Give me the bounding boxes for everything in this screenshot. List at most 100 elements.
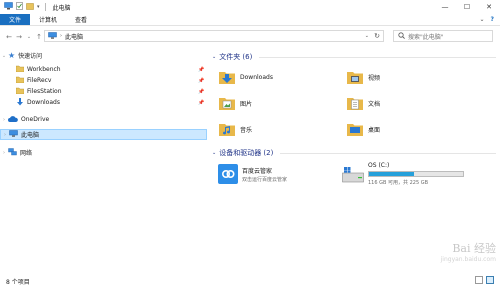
group-header-folders[interactable]: ⌄ 文件夹 (6) xyxy=(212,52,496,62)
refresh-icon[interactable]: ↻ xyxy=(374,32,380,40)
nav-item-workbench[interactable]: Workbench 📌 xyxy=(15,64,204,75)
pictures-folder-icon xyxy=(218,94,236,112)
folder-tile-music[interactable]: 音乐 xyxy=(218,120,252,138)
up-button[interactable]: ↑ xyxy=(34,33,44,41)
nav-label: FileRecv xyxy=(27,77,52,84)
folder-label: Downloads xyxy=(240,73,273,81)
maximize-button[interactable]: ☐ xyxy=(456,0,478,14)
network-icon xyxy=(8,147,17,158)
nav-label-onedrive: OneDrive xyxy=(21,116,50,123)
ribbon-tabs: 文件 计算机 查看 ⌄ ? xyxy=(0,14,500,26)
group-title: 文件夹 (6) xyxy=(219,53,253,61)
nav-label: FilesStation xyxy=(27,88,62,95)
folder-tile-documents[interactable]: 文档 xyxy=(346,94,380,112)
drive-tile-c[interactable]: OS (C:) 116 GB 可用，共 225 GB xyxy=(342,162,464,186)
windows-drive-icon xyxy=(342,165,364,185)
help-icon[interactable]: ? xyxy=(491,16,494,23)
window-title: 此电脑 xyxy=(52,4,71,12)
device-tile-baidu[interactable]: 百度云管家 双击运行百度云管家 xyxy=(218,164,287,184)
pc-icon xyxy=(9,130,18,139)
download-arrow-icon xyxy=(16,97,24,108)
expand-chevron-icon[interactable]: › xyxy=(1,132,9,138)
group-header-devices[interactable]: ⌄ 设备和驱动器 (2) xyxy=(212,148,496,158)
forward-button[interactable]: → xyxy=(14,33,24,41)
properties-icon[interactable] xyxy=(16,2,23,12)
drive-name: OS (C:) xyxy=(368,162,390,169)
pin-icon[interactable]: 📌 xyxy=(198,78,204,84)
drive-usage-fill xyxy=(369,172,415,176)
minimize-button[interactable]: — xyxy=(434,0,456,14)
collapse-chevron-icon[interactable]: ⌄ xyxy=(0,53,8,59)
nav-label-this-pc: 此电脑 xyxy=(21,132,40,139)
folder-label: 桌面 xyxy=(368,126,381,134)
search-placeholder: 搜索"此电脑" xyxy=(408,33,444,41)
pc-icon xyxy=(4,2,13,12)
downloads-folder-icon xyxy=(218,68,236,86)
address-field[interactable]: › 此电脑 ⌄ ↻ xyxy=(44,30,384,42)
drive-text: OS (C:) 116 GB 可用，共 225 GB xyxy=(368,162,464,186)
customize-qat-icon[interactable]: ▾ xyxy=(37,4,40,10)
nav-item-filerecv[interactable]: FileRecv 📌 xyxy=(15,75,204,86)
cloud-icon xyxy=(8,115,18,124)
navigation-pane: ⌄ ★ 快速访问 Workbench 📌 FileRecv 📌 FilesSta… xyxy=(0,46,210,271)
expand-chevron-icon[interactable]: › xyxy=(0,150,8,156)
nav-network[interactable]: › 网络 xyxy=(0,147,32,158)
star-icon: ★ xyxy=(8,51,16,60)
nav-item-downloads[interactable]: Downloads 📌 xyxy=(16,97,204,108)
nav-item-filesstation[interactable]: FilesStation 📌 xyxy=(15,86,204,97)
folder-label: 文档 xyxy=(368,100,381,108)
search-icon xyxy=(398,31,405,41)
folder-label: 视频 xyxy=(368,74,381,82)
pin-icon[interactable]: 📌 xyxy=(198,89,204,95)
group-divider xyxy=(259,56,496,58)
search-box[interactable]: 搜索"此电脑" xyxy=(393,30,493,42)
device-subtitle: 双击运行百度云管家 xyxy=(242,176,288,183)
address-bar-row: ← → ⌄ ↑ › 此电脑 ⌄ ↻ 搜索"此电脑" xyxy=(0,29,500,44)
folder-icon xyxy=(15,87,25,96)
folder-tile-pictures[interactable]: 图片 xyxy=(218,94,252,112)
group-collapse-icon[interactable]: ⌄ xyxy=(212,54,216,60)
address-dropdown-icon[interactable]: ⌄ xyxy=(365,33,369,39)
nav-this-pc[interactable]: › 此电脑 xyxy=(0,129,207,140)
pin-icon[interactable]: 📌 xyxy=(198,67,204,73)
nav-quick-access[interactable]: ⌄ ★ 快速访问 xyxy=(0,50,42,61)
folder-tile-downloads[interactable]: Downloads xyxy=(218,68,273,86)
folder-tile-desktop[interactable]: 桌面 xyxy=(346,120,380,138)
folder-tile-videos[interactable]: 视频 xyxy=(346,68,380,86)
music-folder-icon xyxy=(218,120,236,138)
group-title: 设备和驱动器 (2) xyxy=(219,149,274,157)
drive-free-space: 116 GB 可用，共 225 GB xyxy=(368,180,429,186)
tab-computer[interactable]: 计算机 xyxy=(30,14,66,25)
videos-folder-icon xyxy=(346,68,364,86)
back-button[interactable]: ← xyxy=(4,33,14,41)
device-name: 百度云管家 xyxy=(242,167,273,175)
desktop-folder-icon xyxy=(346,120,364,138)
nav-label-quick-access: 快速访问 xyxy=(18,53,43,60)
expand-ribbon-icon[interactable]: ⌄ xyxy=(479,16,484,23)
ribbon-right-controls: ⌄ ? xyxy=(479,14,500,25)
nav-onedrive[interactable]: › OneDrive xyxy=(0,114,49,125)
recent-locations-button[interactable]: ⌄ xyxy=(24,34,34,40)
pin-icon[interactable]: 📌 xyxy=(198,100,204,106)
new-folder-icon[interactable] xyxy=(26,2,34,12)
window-controls: — ☐ ✕ xyxy=(434,0,500,14)
folder-icon xyxy=(15,76,25,85)
quick-access-toolbar: ▾ 此电脑 xyxy=(0,2,71,12)
nav-label: Downloads xyxy=(27,99,60,106)
breadcrumb-this-pc[interactable]: 此电脑 xyxy=(65,32,83,41)
title-separator xyxy=(44,3,46,11)
tab-file[interactable]: 文件 xyxy=(0,14,31,25)
drive-usage-bar xyxy=(368,171,464,177)
group-collapse-icon[interactable]: ⌄ xyxy=(212,150,216,156)
baidu-cloud-icon xyxy=(218,164,238,184)
tab-view[interactable]: 查看 xyxy=(66,14,96,25)
close-button[interactable]: ✕ xyxy=(478,0,500,14)
documents-folder-icon xyxy=(346,94,364,112)
watermark-url: jingyan.baidu.com xyxy=(440,256,496,263)
expand-chevron-icon[interactable]: › xyxy=(0,117,8,123)
watermark-brand: Bai 经验 xyxy=(452,242,496,255)
pc-icon xyxy=(48,31,57,41)
watermark: Bai 经验 jingyan.baidu.com xyxy=(400,240,496,280)
folder-label: 图片 xyxy=(240,100,253,108)
title-bar: ▾ 此电脑 — ☐ ✕ xyxy=(0,0,500,14)
